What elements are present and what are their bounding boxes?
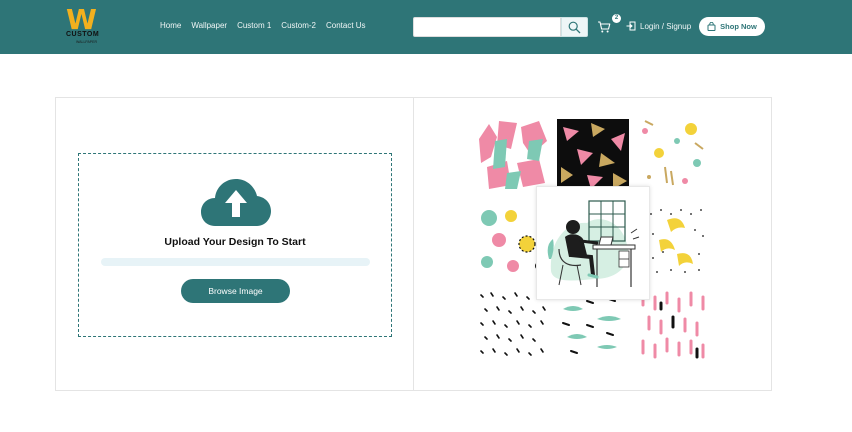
illustration-card <box>536 186 650 300</box>
browse-image-button[interactable]: Browse Image <box>181 279 290 303</box>
cart-icon[interactable] <box>597 20 611 34</box>
login-icon <box>626 21 636 31</box>
upload-title: Upload Your Design To Start <box>164 236 306 248</box>
nav-contact-us[interactable]: Contact Us <box>326 21 366 30</box>
main-nav: Home Wallpaper Custom 1 Custom-2 Contact… <box>160 21 366 30</box>
logo-tagline: WALLPAPER <box>76 40 98 44</box>
upload-cloud-icon <box>201 179 271 226</box>
search-icon <box>568 21 581 33</box>
shop-now-button[interactable]: Shop Now <box>699 17 765 36</box>
nav-custom-1[interactable]: Custom 1 <box>237 21 271 30</box>
bag-icon <box>707 22 716 31</box>
shop-now-label: Shop Now <box>720 22 757 31</box>
logo-name: CUSTOM <box>66 31 100 38</box>
pattern-tile <box>557 119 629 191</box>
logo-mark: W <box>66 3 97 36</box>
logo[interactable]: W CUSTOM WALLPAPER <box>62 6 112 46</box>
pattern-tile <box>477 119 549 191</box>
pattern-tile <box>637 119 709 191</box>
search-input[interactable] <box>413 17 561 37</box>
upload-dropzone[interactable]: Upload Your Design To Start Browse Image <box>78 153 392 337</box>
login-signup-link[interactable]: Login / Signup <box>626 21 691 31</box>
upload-progress-bar <box>101 258 370 266</box>
search-button[interactable] <box>561 17 588 37</box>
login-label: Login / Signup <box>640 21 692 31</box>
panel-divider <box>413 98 414 390</box>
nav-wallpaper[interactable]: Wallpaper <box>191 21 227 30</box>
cart-count-badge: 2 <box>612 14 621 23</box>
top-header: W CUSTOM WALLPAPER Home Wallpaper Custom… <box>0 0 852 54</box>
nav-home[interactable]: Home <box>160 21 181 30</box>
nav-custom-2[interactable]: Custom-2 <box>281 21 316 30</box>
upload-panel: Upload Your Design To Start Browse Image <box>55 97 772 391</box>
person-at-desk-illustration <box>547 200 640 287</box>
